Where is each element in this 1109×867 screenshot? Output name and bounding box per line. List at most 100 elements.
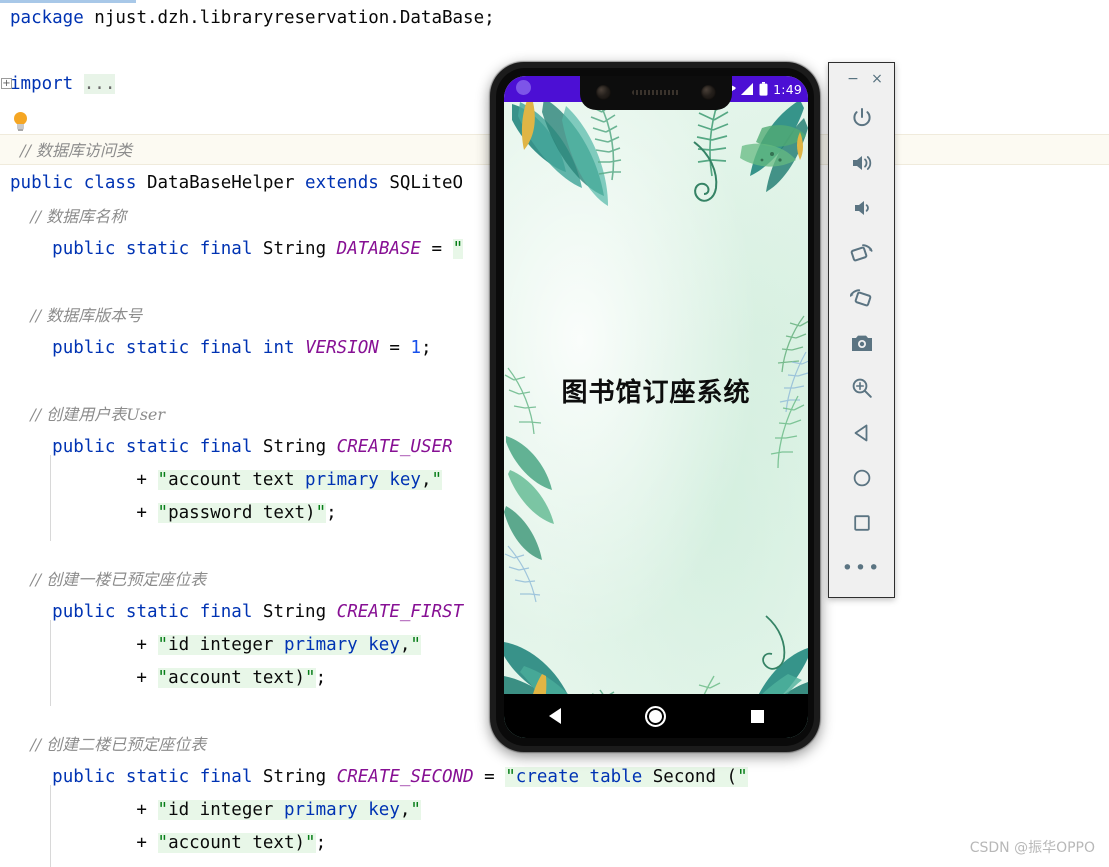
volume-down-button[interactable] (840, 185, 884, 230)
code-token: static (125, 437, 200, 457)
code-token: + (10, 833, 158, 853)
rotate-right-button[interactable] (840, 275, 884, 320)
lightbulb-icon[interactable] (12, 112, 29, 133)
code-token: VERSION (305, 338, 379, 358)
code-token: ; (315, 833, 327, 853)
indent-guide (50, 785, 51, 867)
app-wallpaper: 图书馆订座系统 (504, 76, 808, 738)
nav-back-button[interactable] (531, 694, 579, 738)
code-token: " (505, 767, 516, 787)
rotate-left-icon (850, 243, 873, 261)
triangle-back-icon (854, 424, 867, 441)
code-token: " (157, 668, 169, 688)
emulator-device-window[interactable]: 图书馆订座系统 1:49 (490, 62, 820, 752)
code-token: id integer (168, 635, 284, 655)
code-token: public (52, 602, 126, 622)
code-line[interactable]: + "account text)"; (0, 827, 1109, 860)
code-token: account text) (168, 833, 306, 853)
power-button[interactable] (840, 95, 884, 140)
code-token: CREATE_FIRST (336, 602, 464, 622)
status-bar-clock: 1:49 (773, 81, 802, 97)
close-button[interactable]: × (870, 72, 884, 86)
code-token: + (10, 800, 158, 820)
front-camera-icon (596, 85, 611, 100)
code-token: extends (305, 173, 390, 193)
code-token: static (125, 767, 200, 787)
square-overview-icon (853, 514, 870, 531)
code-token: ... (83, 74, 116, 94)
code-token: package (10, 8, 95, 28)
code-token: final (199, 767, 263, 787)
nav-recents-button[interactable] (733, 694, 781, 738)
fold-marker-icon[interactable]: + (1, 78, 12, 89)
code-token: SQLiteO (389, 173, 464, 193)
code-token: public (52, 767, 126, 787)
triangle-back-icon (548, 708, 561, 724)
code-token: primary key (283, 800, 400, 820)
code-token: " (157, 833, 169, 853)
code-token: = (420, 239, 453, 259)
code-token: " (315, 503, 327, 523)
emulator-toolbar[interactable]: − × ••• (828, 62, 895, 598)
code-token: " (305, 833, 316, 853)
code-token: " (410, 635, 421, 655)
code-token: final (199, 437, 263, 457)
code-token: String (262, 602, 337, 622)
android-navigation-bar[interactable] (504, 694, 808, 738)
code-token: public (10, 173, 84, 193)
code-token: // 创建用户表User (10, 405, 166, 424)
code-token: " (157, 800, 169, 820)
code-token: + (10, 470, 158, 490)
code-token: " (410, 800, 421, 820)
volume-down-icon (854, 200, 869, 215)
indent-guide (50, 455, 51, 541)
minimize-button[interactable]: − (846, 72, 860, 86)
code-token: static (125, 338, 200, 358)
emulator-toolbar-window-controls[interactable]: − × (829, 63, 894, 95)
code-token: public (52, 239, 126, 259)
code-token: String (262, 239, 337, 259)
code-line[interactable]: + "id integer primary key," (0, 794, 1109, 827)
emulator-overview-button[interactable] (840, 500, 884, 545)
code-token: ; (420, 338, 432, 358)
code-token: account text (168, 470, 306, 490)
code-token: final (199, 338, 263, 358)
code-line[interactable]: public static final String CREATE_SECOND… (0, 761, 1109, 794)
nav-home-button[interactable] (632, 694, 680, 738)
emulator-back-button[interactable] (840, 410, 884, 455)
circle-home-icon (853, 469, 870, 486)
code-token: " (431, 470, 443, 490)
code-token: ; (326, 503, 337, 523)
code-token: int (262, 338, 306, 358)
front-camera-secondary-icon (701, 85, 716, 100)
code-token: String (262, 437, 337, 457)
code-token: static (125, 239, 200, 259)
code-token: CREATE_USER (336, 437, 453, 457)
code-token: = (473, 767, 506, 787)
code-token: " (157, 503, 169, 523)
rotate-left-button[interactable] (840, 230, 884, 275)
code-token: create table (515, 767, 643, 787)
code-token: njust.dzh.libraryreservation.DataBase; (94, 8, 495, 28)
code-token: = (378, 338, 411, 358)
device-screen[interactable]: 图书馆订座系统 1:49 (504, 76, 808, 738)
code-token: password text) (168, 503, 316, 523)
code-line[interactable]: package njust.dzh.libraryreservation.Dat… (0, 2, 1109, 35)
code-token: // 数据库访问类 (10, 141, 133, 160)
zoom-button[interactable] (840, 365, 884, 410)
code-token: static (125, 602, 200, 622)
indent-guide (50, 620, 51, 706)
volume-up-button[interactable] (840, 140, 884, 185)
code-token: " (157, 635, 169, 655)
ellipsis-icon: ••• (841, 556, 882, 579)
emulator-home-button[interactable] (840, 455, 884, 500)
more-button[interactable]: ••• (840, 545, 884, 590)
square-overview-icon (750, 709, 764, 723)
code-token: " (157, 470, 169, 490)
device-bezel: 图书馆订座系统 1:49 (496, 68, 814, 746)
screenshot-button[interactable] (840, 320, 884, 365)
